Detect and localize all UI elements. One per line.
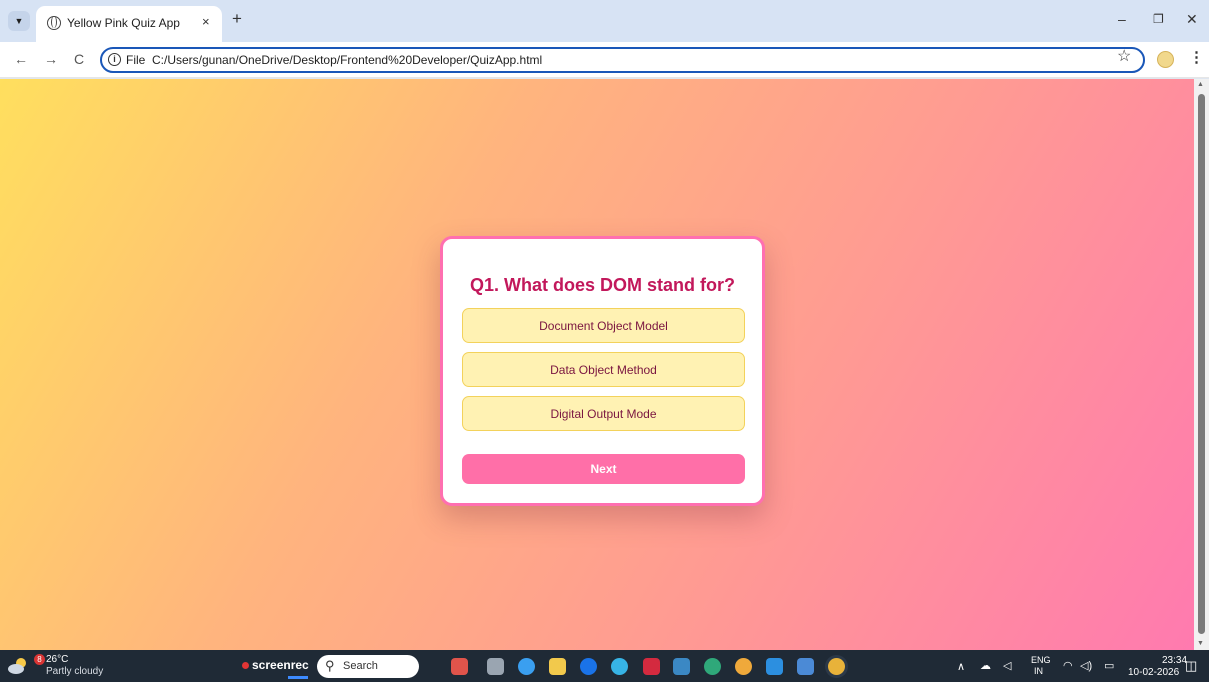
- forward-arrow-icon[interactable]: →: [44, 51, 58, 67]
- weather-cloud-icon[interactable]: [7, 657, 29, 675]
- widget-icon[interactable]: [451, 658, 468, 675]
- record-dot-icon: [242, 662, 249, 669]
- chrome-icon[interactable]: [828, 658, 845, 675]
- address-bar[interactable]: i File C:/Users/gunan/OneDrive/Desktop/F…: [100, 47, 1145, 73]
- quiz-card: Q1. What does DOM stand for? Document Ob…: [440, 236, 765, 506]
- screenrec-label: screenrec: [252, 658, 309, 672]
- vscode-icon[interactable]: [766, 658, 783, 675]
- scrollbar[interactable]: ▲ ▼: [1194, 79, 1209, 650]
- screenrec-app[interactable]: screenrec: [242, 658, 309, 672]
- tab-close-icon[interactable]: ×: [202, 14, 210, 29]
- option-button[interactable]: Data Object Method: [462, 352, 745, 387]
- info-icon[interactable]: i: [108, 53, 121, 66]
- tab-quiz-app[interactable]: Yellow Pink Quiz App ×: [36, 6, 222, 42]
- folder-icon[interactable]: [549, 658, 566, 675]
- url-scheme-label: File: [126, 53, 146, 67]
- tab-strip: ▼ Yellow Pink Quiz App × + – ❐ ✕: [0, 0, 1209, 42]
- store-icon[interactable]: [673, 658, 690, 675]
- search-icon: ⚲: [325, 658, 335, 673]
- location-icon[interactable]: ◁: [1003, 659, 1011, 672]
- option-button[interactable]: Document Object Model: [462, 308, 745, 343]
- mcafee-icon[interactable]: [643, 658, 660, 675]
- reload-icon[interactable]: C: [74, 51, 84, 67]
- question-text: Q1. What does DOM stand for?: [469, 275, 735, 295]
- language-indicator[interactable]: ENG: [1031, 655, 1051, 665]
- scroll-up-icon[interactable]: ▲: [1197, 81, 1204, 88]
- page-viewport: Q1. What does DOM stand for? Document Ob…: [0, 79, 1209, 650]
- option-button[interactable]: Digital Output Mode: [462, 396, 745, 431]
- chrome-canary-icon[interactable]: [735, 658, 752, 675]
- screenrec-indicator: [288, 676, 308, 679]
- chevron-down-icon[interactable]: ▼: [8, 11, 30, 31]
- copilot-icon[interactable]: [611, 658, 628, 675]
- edge-icon[interactable]: [518, 658, 535, 675]
- next-button[interactable]: Next: [462, 454, 745, 484]
- new-tab-button[interactable]: +: [232, 10, 242, 28]
- hp-icon[interactable]: [580, 658, 597, 675]
- tab-title: Yellow Pink Quiz App: [67, 16, 180, 30]
- region-indicator[interactable]: IN: [1034, 666, 1043, 676]
- browser-toolbar: ← → C i File C:/Users/gunan/OneDrive/Des…: [0, 42, 1209, 78]
- clock-date[interactable]: 10-02-2026: [1128, 667, 1179, 678]
- volume-icon[interactable]: ◁): [1080, 659, 1092, 672]
- close-icon[interactable]: ✕: [1186, 12, 1198, 26]
- profile-icon[interactable]: [1157, 51, 1174, 68]
- clock-time[interactable]: 23:34: [1162, 655, 1187, 666]
- globe-icon: [47, 16, 61, 30]
- edge-beta-icon[interactable]: [704, 658, 721, 675]
- cloud-sync-icon[interactable]: ☁: [980, 659, 991, 672]
- notification-icon[interactable]: ◫: [1185, 658, 1197, 674]
- restore-icon[interactable]: ❐: [1153, 12, 1164, 26]
- search-label: Search: [343, 660, 378, 672]
- file-explorer-icon[interactable]: [487, 658, 504, 675]
- weather-desc[interactable]: Partly cloudy: [46, 666, 103, 677]
- weather-temp[interactable]: 26°C: [46, 654, 68, 665]
- weather-badge: 8: [34, 654, 45, 665]
- app-icon[interactable]: [797, 658, 814, 675]
- battery-icon[interactable]: ▭: [1104, 659, 1114, 672]
- tray-chevron-icon[interactable]: ∧: [957, 660, 965, 673]
- star-icon[interactable]: ☆: [1117, 49, 1131, 65]
- wifi-icon[interactable]: ◠: [1063, 659, 1073, 672]
- taskbar: 8 26°C Partly cloudy screenrec ⚲ Search …: [0, 650, 1209, 682]
- kebab-menu-icon[interactable]: ⋮: [1189, 50, 1204, 66]
- back-arrow-icon[interactable]: ←: [14, 51, 28, 67]
- url-text[interactable]: C:/Users/gunan/OneDrive/Desktop/Frontend…: [152, 53, 542, 67]
- taskbar-search[interactable]: ⚲ Search: [317, 655, 419, 678]
- scroll-down-icon[interactable]: ▼: [1197, 640, 1204, 647]
- minimize-icon[interactable]: –: [1118, 12, 1126, 26]
- scroll-thumb[interactable]: [1198, 94, 1205, 634]
